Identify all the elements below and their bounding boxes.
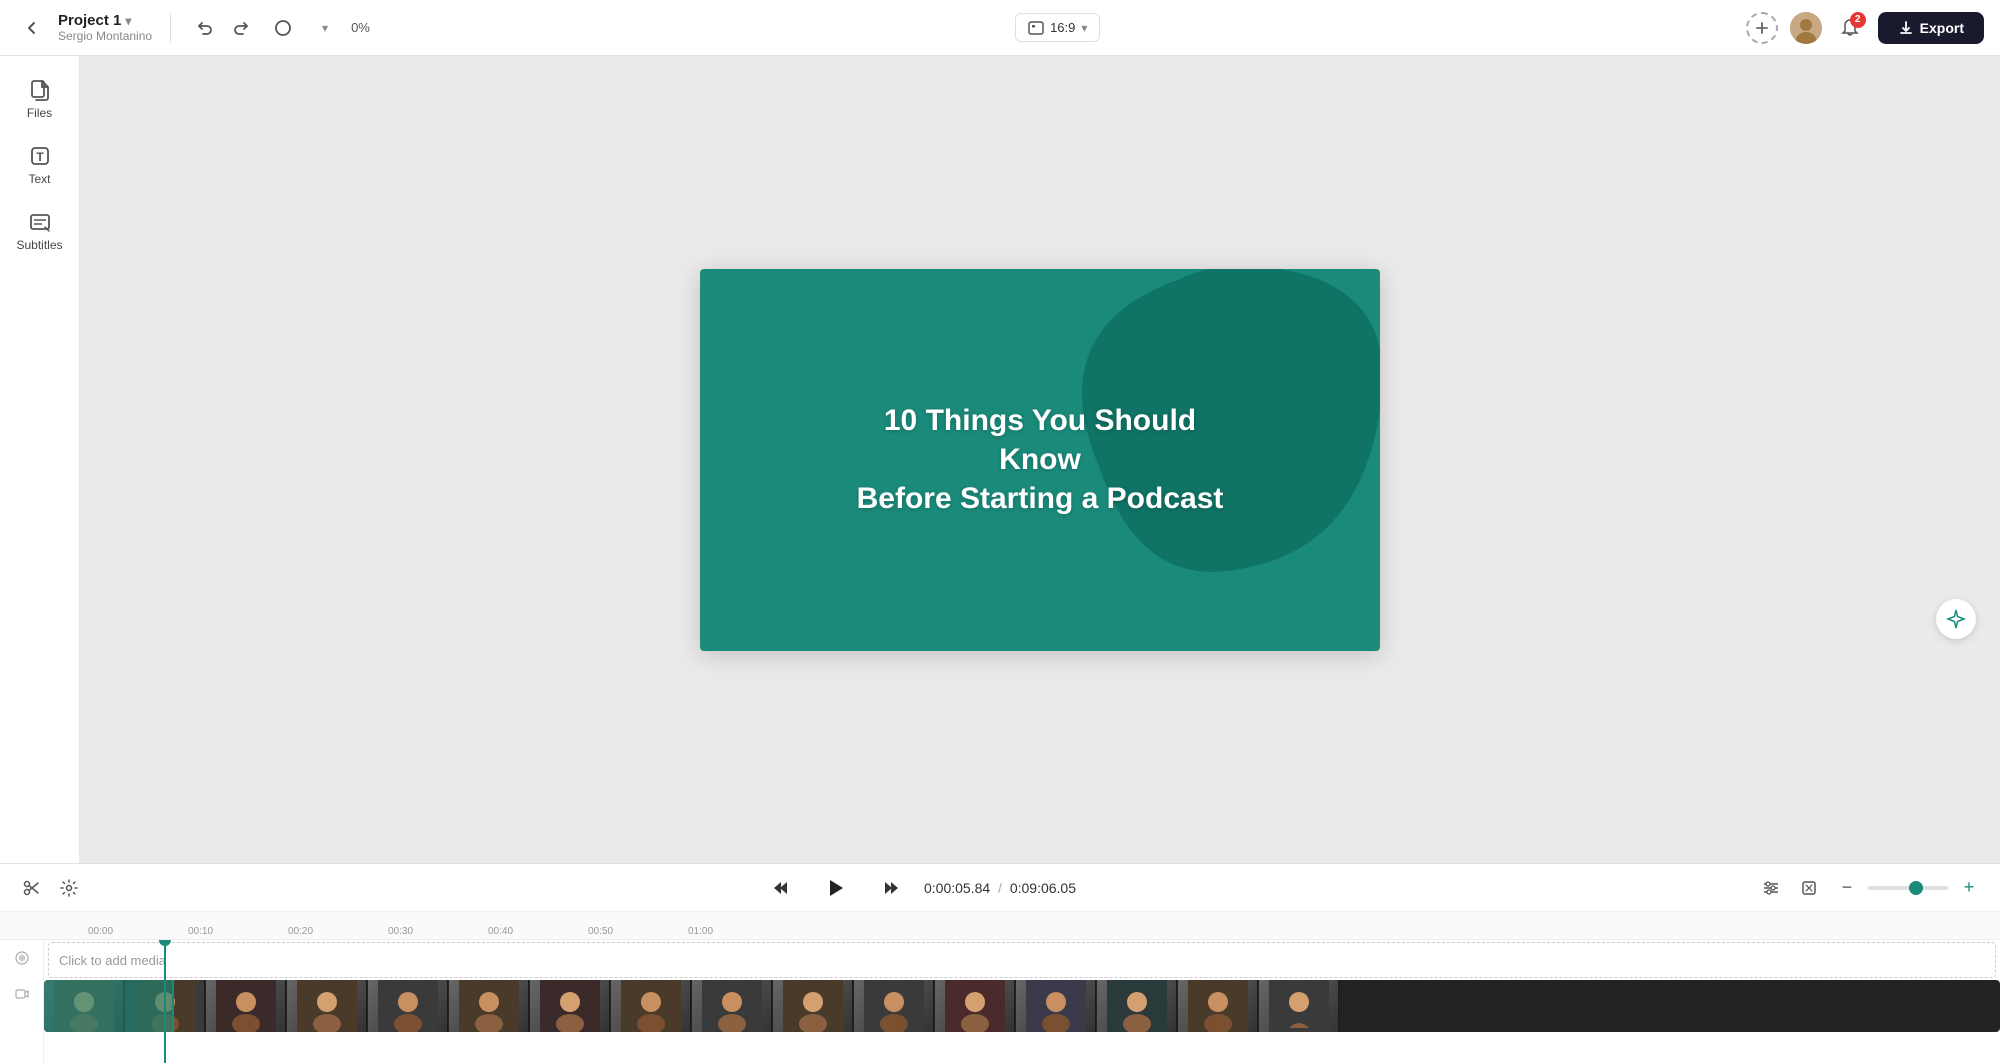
record-dropdown[interactable]: ▾ bbox=[309, 12, 341, 44]
topbar-left: Project 1 ▾ Sergio Montanino bbox=[16, 12, 370, 44]
redo-button[interactable] bbox=[225, 12, 257, 44]
files-icon bbox=[28, 78, 52, 102]
time-display: 0:00:05.84 / 0:09:06.05 bbox=[924, 880, 1076, 896]
thumb-frame-15 bbox=[1178, 980, 1258, 1032]
export-button[interactable]: Export bbox=[1878, 12, 1984, 44]
video-track[interactable] bbox=[44, 980, 2000, 1032]
project-info: Project 1 ▾ Sergio Montanino bbox=[58, 12, 152, 43]
fast-forward-button[interactable] bbox=[872, 870, 908, 906]
ruler-mark-2: 00:20 bbox=[288, 926, 388, 939]
zoom-slider[interactable] bbox=[1868, 886, 1948, 890]
undo-button[interactable] bbox=[189, 12, 221, 44]
thumb-frame-14 bbox=[1097, 980, 1177, 1032]
scissors-tool[interactable] bbox=[16, 873, 46, 903]
timeline-adjust[interactable] bbox=[1756, 873, 1786, 903]
topbar-right: 2 Export bbox=[1746, 12, 1984, 44]
sidebar-item-subtitles[interactable]: Subtitles bbox=[6, 200, 74, 262]
timeline-settings[interactable] bbox=[54, 873, 84, 903]
sidebar-item-files[interactable]: Files bbox=[6, 68, 74, 130]
rewind-button[interactable] bbox=[764, 870, 800, 906]
zoom-out-button[interactable]: − bbox=[1832, 873, 1862, 903]
timeline-expand[interactable] bbox=[1794, 873, 1824, 903]
ruler-mark-0: 00:00 bbox=[88, 926, 188, 939]
magic-button[interactable] bbox=[1936, 599, 1976, 639]
zoom-slider-thumb[interactable] bbox=[1909, 881, 1923, 895]
canvas-area: 10 Things You Should Know Before Startin… bbox=[80, 56, 2000, 863]
timeline-area: 0:00:05.84 / 0:09:06.05 bbox=[0, 863, 2000, 1063]
thumb-frame-16 bbox=[1259, 980, 1339, 1032]
preview-title: 10 Things You Should Know Before Startin… bbox=[830, 381, 1250, 538]
thumb-frame-5 bbox=[368, 980, 448, 1032]
project-author: Sergio Montanino bbox=[58, 29, 152, 43]
thumb-frame-13 bbox=[1016, 980, 1096, 1032]
back-button[interactable] bbox=[16, 12, 48, 44]
zoom-display: 0% bbox=[351, 20, 370, 35]
preview-background: 10 Things You Should Know Before Startin… bbox=[700, 269, 1380, 651]
ruler-marks: 00:00 00:10 00:20 00:30 00:40 00:50 01:0… bbox=[88, 912, 2000, 939]
timeline-right-controls: − + bbox=[1756, 873, 1984, 903]
timeline-ruler: 00:00 00:10 00:20 00:30 00:40 00:50 01:0… bbox=[0, 912, 2000, 940]
thumb-frame-8 bbox=[611, 980, 691, 1032]
tracks-container: Click to add media bbox=[0, 940, 2000, 1063]
play-button[interactable] bbox=[816, 868, 856, 908]
thumb-frame-10 bbox=[773, 980, 853, 1032]
svg-text:T: T bbox=[36, 150, 44, 164]
divider bbox=[170, 14, 171, 42]
main-area: Files T Text Subtitles bbox=[0, 56, 2000, 1063]
track-label-video bbox=[0, 976, 43, 1012]
timeline-left-controls bbox=[16, 873, 84, 903]
record-button[interactable] bbox=[267, 12, 299, 44]
clip-overlay bbox=[44, 980, 174, 1032]
aspect-dropdown-icon: ▾ bbox=[1081, 21, 1087, 35]
aspect-ratio-button[interactable]: 16:9 ▾ bbox=[1015, 13, 1100, 42]
notification-button[interactable]: 2 bbox=[1834, 12, 1866, 44]
topbar-center: 16:9 ▾ bbox=[382, 13, 1734, 42]
track-label-audio bbox=[0, 940, 43, 976]
avatar[interactable] bbox=[1790, 12, 1822, 44]
ruler-mark-6: 01:00 bbox=[688, 926, 788, 939]
track-labels bbox=[0, 940, 44, 1063]
thumb-frame-4 bbox=[287, 980, 367, 1032]
topbar: Project 1 ▾ Sergio Montanino bbox=[0, 0, 2000, 56]
add-media-track[interactable]: Click to add media bbox=[48, 942, 1996, 978]
ruler-mark-5: 00:50 bbox=[588, 926, 688, 939]
text-icon: T bbox=[28, 144, 52, 168]
thumb-frame-6 bbox=[449, 980, 529, 1032]
ruler-mark-3: 00:30 bbox=[388, 926, 488, 939]
zoom-in-button[interactable]: + bbox=[1954, 873, 1984, 903]
ruler-mark-4: 00:40 bbox=[488, 926, 588, 939]
thumb-frame-3 bbox=[206, 980, 286, 1032]
add-collaborator-button[interactable] bbox=[1746, 12, 1778, 44]
dropdown-icon[interactable]: ▾ bbox=[125, 14, 131, 28]
undo-redo-group bbox=[189, 12, 257, 44]
sidebar-item-text[interactable]: T Text bbox=[6, 134, 74, 196]
timeline-transport: 0:00:05.84 / 0:09:06.05 bbox=[764, 868, 1076, 908]
thumb-frame-9 bbox=[692, 980, 772, 1032]
zoom-slider-container: − + bbox=[1832, 873, 1984, 903]
video-preview: 10 Things You Should Know Before Startin… bbox=[700, 269, 1380, 651]
ruler-mark-1: 00:10 bbox=[188, 926, 288, 939]
notification-badge: 2 bbox=[1850, 12, 1866, 28]
project-name[interactable]: Project 1 ▾ bbox=[58, 12, 152, 29]
subtitles-icon bbox=[28, 210, 52, 234]
clip-thumbnails bbox=[44, 980, 2000, 1032]
tracks-scroll: Click to add media bbox=[44, 940, 2000, 1063]
thumb-frame-11 bbox=[854, 980, 934, 1032]
thumb-frame-12 bbox=[935, 980, 1015, 1032]
thumb-frame-7 bbox=[530, 980, 610, 1032]
timeline-controls: 0:00:05.84 / 0:09:06.05 bbox=[0, 864, 2000, 912]
left-sidebar: Files T Text Subtitles bbox=[0, 56, 80, 863]
